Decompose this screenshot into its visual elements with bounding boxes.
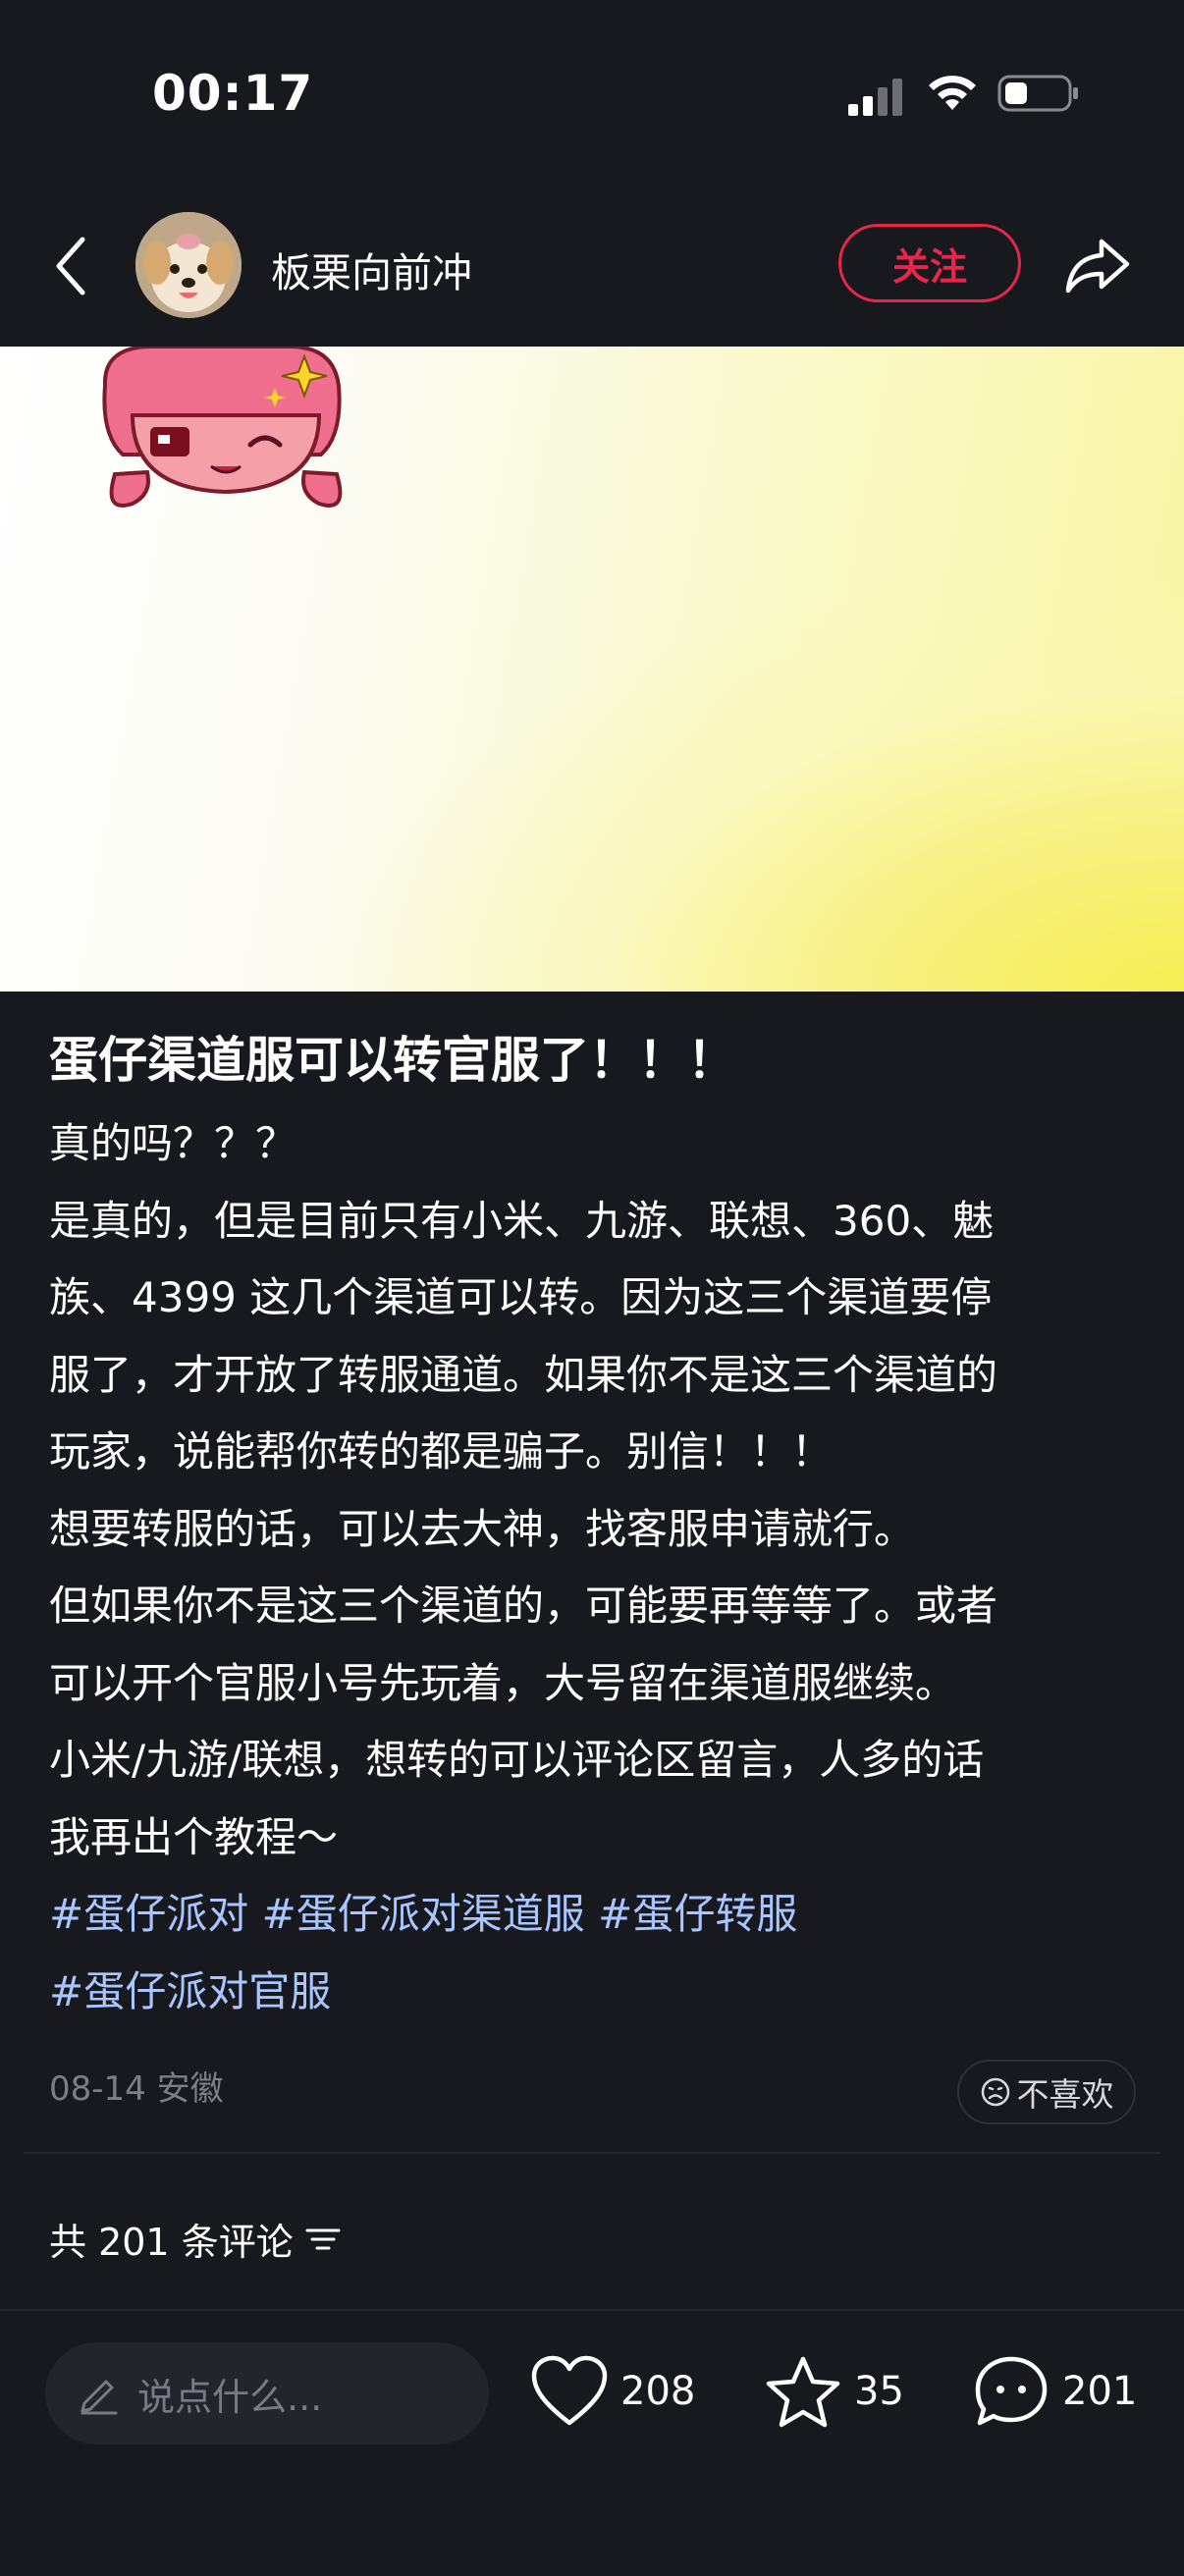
post-body-line: 族、4399 这几个渠道可以转。因为这三个渠道要停 [49,1273,993,1321]
post-body-line: 真的吗？？？ [49,1119,297,1167]
star-icon [766,2356,840,2428]
dog-avatar-icon [135,212,242,318]
avatar[interactable] [135,212,242,318]
wifi-icon [929,76,976,110]
bottom-action-bar: 说点什么... 208 35 201 [0,2309,1184,2576]
post-body: 真的吗？？？ 是真的，但是目前只有小米、九游、联想、360、魅 族、4399 这… [49,1105,1139,2030]
like-button[interactable]: 208 [530,2354,695,2429]
post-body-line: 小米/九游/联想，想转的可以评论区留言，人多的话 [49,1736,985,1784]
post-content: 蛋仔渠道服可以转官服了！！！ 真的吗？？？ 是真的，但是目前只有小米、九游、联想… [49,1021,1139,2030]
comment-count: 201 [1062,2369,1138,2414]
hashtag[interactable]: #蛋仔转服 [598,1890,797,1938]
favorite-count: 35 [854,2369,904,2414]
comment-bubble-icon [975,2356,1048,2426]
back-icon[interactable] [49,232,92,300]
hashtag[interactable]: #蛋仔派对官服 [49,1967,331,2015]
follow-button[interactable]: 关注 [838,224,1021,302]
share-icon[interactable] [1062,232,1133,300]
like-count: 208 [620,2369,696,2414]
comment-count-header: 共 201 条评论 [49,2212,343,2266]
dislike-label: 不喜欢 [1016,2075,1114,2114]
post-title: 蛋仔渠道服可以转官服了！！！ [49,1032,736,1089]
heart-icon [531,2355,608,2426]
post-body-line: 但如果你不是这三个渠道的，可能要再等等了。或者 [49,1582,998,1630]
favorite-button[interactable]: 35 [764,2354,904,2429]
sort-icon[interactable] [303,2224,343,2255]
post-body-line: 是真的，但是目前只有小米、九游、联想、360、魅 [49,1196,995,1245]
sad-face-icon [981,2077,1009,2107]
hashtag-row: #蛋仔派对 #蛋仔派对渠道服 #蛋仔转服 [49,1876,1139,1954]
hashtag[interactable]: #蛋仔派对 [49,1890,248,1938]
post-body-line: 服了，才开放了转服通道。如果你不是这三个渠道的 [49,1350,998,1399]
wink-mascot-sticker [102,347,343,508]
divider [24,2152,1160,2154]
post-header: 板栗向前冲 关注 [0,202,1184,334]
post-body-line: 可以开个官服小号先玩着，大号留在渠道服继续。 [49,1658,957,1707]
battery-icon [997,75,1078,112]
status-time: 00:17 [152,65,314,122]
pencil-icon [81,2380,118,2415]
status-bar: 00:17 [0,0,1184,187]
comment-button[interactable]: 201 [972,2354,1137,2429]
dislike-button[interactable]: 不喜欢 [957,2060,1136,2124]
post-body-line: 我再出个教程～ [49,1812,339,1861]
hashtag[interactable]: #蛋仔派对渠道服 [262,1890,585,1938]
post-image[interactable] [0,347,1184,992]
post-body-line: 想要转服的话，可以去大神，找客服申请就行。 [49,1504,916,1553]
cellular-signal-icon [848,79,902,116]
post-date-location: 08-14 安徽 [49,2069,224,2109]
comment-count-label: 共 201 条评论 [49,2221,294,2264]
author-name[interactable]: 板栗向前冲 [271,240,472,298]
hashtag-row: #蛋仔派对官服 [49,1954,1139,2031]
comment-input[interactable]: 说点什么... [45,2342,489,2444]
comment-input-placeholder: 说点什么... [137,2375,323,2419]
post-body-line: 玩家，说能帮你转的都是骗子。别信！！！ [49,1427,834,1476]
